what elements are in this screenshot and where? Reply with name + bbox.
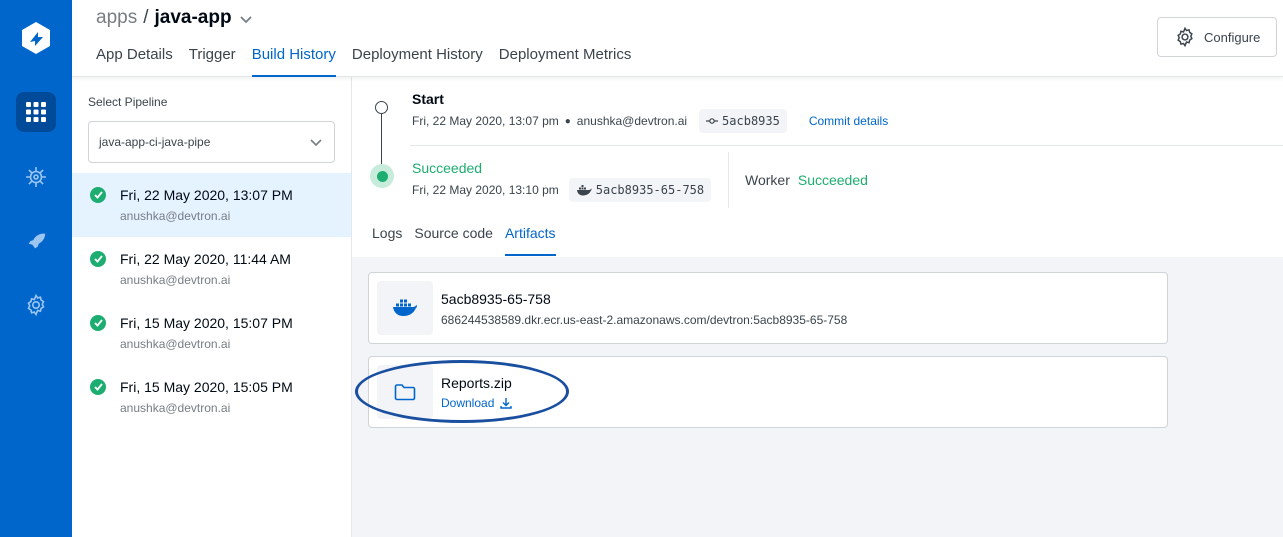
meta-dot: ● — [564, 115, 571, 127]
timeline-success-dot-icon — [370, 164, 394, 188]
triggered-by: anushka@devtron.ai — [576, 114, 688, 128]
build-list-item[interactable]: Fri, 15 May 2020, 15:07 PM anushka@devtr… — [72, 301, 351, 365]
configure-button[interactable]: Configure — [1157, 17, 1277, 57]
nav-apps-grid-icon[interactable] — [16, 92, 56, 132]
success-check-icon — [90, 315, 106, 331]
tab-trigger[interactable]: Trigger — [189, 46, 236, 77]
folder-icon — [377, 365, 433, 419]
nav-settings-gear-icon[interactable] — [16, 285, 56, 325]
app-header: apps / java-app App Details Trigger Buil… — [72, 0, 1283, 77]
build-user: anushka@devtron.ai — [120, 209, 231, 223]
build-date: Fri, 22 May 2020, 11:44 AM — [120, 251, 291, 267]
docker-icon — [377, 281, 433, 335]
build-details: Start Fri, 22 May 2020, 13:07 pm ● anush… — [352, 77, 1283, 537]
success-check-icon — [90, 379, 106, 395]
artifact-report-name: Reports.zip — [441, 375, 512, 391]
breadcrumb-separator: / — [143, 7, 149, 28]
devtron-logo-icon[interactable] — [18, 20, 54, 56]
finish-meta: Fri, 22 May 2020, 13:10 pm 5acb8935-65-7… — [412, 178, 712, 202]
commit-chip: 5acb8935 — [699, 109, 787, 133]
build-date: Fri, 15 May 2020, 15:05 PM — [120, 379, 293, 395]
tab-deployment-history[interactable]: Deployment History — [352, 46, 483, 77]
artifact-report-card: Reports.zip Download — [368, 356, 1168, 428]
tab-app-details[interactable]: App Details — [96, 46, 173, 77]
tab-source-code[interactable]: Source code — [414, 225, 493, 256]
chevron-down-icon — [310, 136, 322, 150]
status-succeeded: Succeeded — [412, 160, 483, 176]
app-switcher-chevron-down-icon[interactable] — [239, 8, 252, 30]
build-list-item[interactable]: Fri, 22 May 2020, 11:44 AM anushka@devtr… — [72, 237, 351, 301]
image-tag: 5acb8935-65-758 — [595, 183, 705, 197]
breadcrumb: apps / java-app — [96, 6, 252, 30]
tab-build-history[interactable]: Build History — [251, 46, 336, 77]
success-check-icon — [90, 187, 106, 203]
artifact-image-name: 5acb8935-65-758 — [441, 291, 551, 307]
worker-status-value: Succeeded — [797, 172, 868, 188]
nav-charts-helm-icon[interactable] — [16, 157, 56, 197]
build-user: anushka@devtron.ai — [120, 401, 231, 415]
configure-label: Configure — [1204, 29, 1261, 45]
build-date: Fri, 22 May 2020, 13:07 PM — [120, 187, 293, 203]
worker-status: Worker Succeeded — [745, 172, 868, 188]
build-date: Fri, 15 May 2020, 15:07 PM — [120, 315, 293, 331]
commit-hash: 5acb8935 — [722, 114, 780, 128]
breadcrumb-apps[interactable]: apps — [96, 7, 137, 29]
download-label: Download — [441, 396, 495, 410]
gear-icon — [1177, 26, 1193, 48]
breadcrumb-app-name: java-app — [154, 7, 232, 28]
build-summary: Start Fri, 22 May 2020, 13:07 pm ● anush… — [352, 77, 1283, 257]
build-list: Fri, 22 May 2020, 13:07 PM anushka@devtr… — [72, 173, 351, 429]
divider — [728, 152, 729, 208]
download-report-link[interactable]: Download — [441, 396, 513, 410]
tab-deployment-metrics[interactable]: Deployment Metrics — [499, 46, 632, 77]
docker-icon — [576, 184, 592, 195]
start-time: Fri, 22 May 2020, 13:07 pm — [412, 114, 559, 128]
nav-deploy-rocket-icon[interactable] — [16, 221, 56, 261]
app-tabs: App Details Trigger Build History Deploy… — [96, 46, 647, 77]
pipeline-select[interactable]: java-app-ci-java-pipe — [88, 121, 335, 163]
git-commit-icon — [706, 118, 719, 124]
download-icon — [500, 398, 513, 409]
finished-time: Fri, 22 May 2020, 13:10 pm — [412, 183, 559, 197]
image-tag-chip: 5acb8935-65-758 — [568, 178, 712, 202]
build-subtabs: Logs Source code Artifacts — [372, 225, 568, 256]
start-meta: Fri, 22 May 2020, 13:07 pm ● anushka@dev… — [412, 109, 888, 133]
build-user: anushka@devtron.ai — [120, 337, 231, 351]
timeline-start-dot-icon — [375, 101, 388, 114]
tab-logs[interactable]: Logs — [372, 225, 402, 256]
build-list-item[interactable]: Fri, 22 May 2020, 13:07 PM anushka@devtr… — [72, 173, 351, 237]
worker-label: Worker — [745, 172, 790, 188]
divider — [410, 145, 1283, 146]
build-user: anushka@devtron.ai — [120, 273, 231, 287]
build-list-item[interactable]: Fri, 15 May 2020, 15:05 PM anushka@devtr… — [72, 365, 351, 429]
pipeline-select-value: java-app-ci-java-pipe — [99, 135, 211, 149]
artifact-image-path: 686244538589.dkr.ecr.us-east-2.amazonaws… — [441, 313, 848, 327]
build-list-panel: Select Pipeline java-app-ci-java-pipe Fr… — [72, 77, 352, 537]
artifact-image-card: 5acb8935-65-758 686244538589.dkr.ecr.us-… — [368, 272, 1168, 344]
start-title: Start — [412, 91, 444, 107]
tab-artifacts[interactable]: Artifacts — [504, 225, 556, 256]
success-check-icon — [90, 251, 106, 267]
commit-details-link[interactable]: Commit details — [809, 114, 888, 128]
select-pipeline-label: Select Pipeline — [88, 95, 168, 109]
left-nav — [0, 0, 72, 537]
